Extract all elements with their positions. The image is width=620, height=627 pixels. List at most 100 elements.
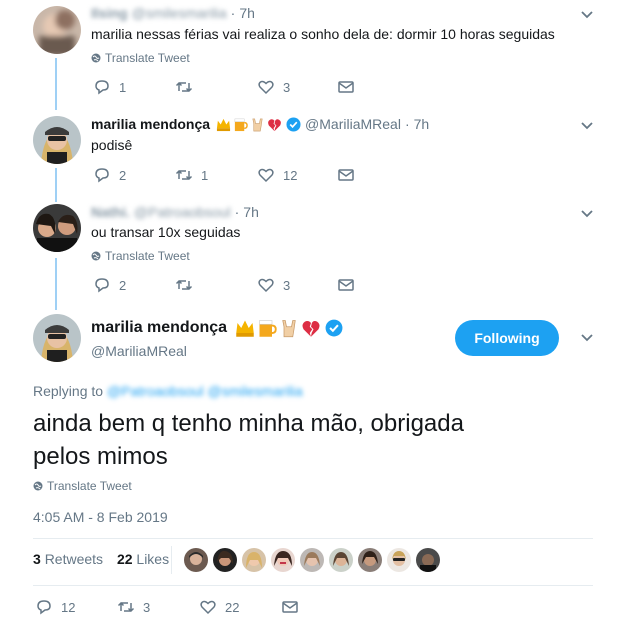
replying-to-handles[interactable]: @Patroaobsoul @smilesmarilia <box>107 383 303 399</box>
liker-avatar[interactable] <box>213 548 237 572</box>
avatar[interactable] <box>33 204 81 252</box>
liker-avatar[interactable] <box>387 548 411 572</box>
separator: · <box>234 204 240 220</box>
like-button[interactable]: 12 <box>257 166 337 184</box>
following-button[interactable]: Following <box>455 320 559 356</box>
thread-line <box>55 58 57 110</box>
translate-tweet-link[interactable]: Translate Tweet <box>91 51 190 65</box>
tweet-text: marilia nessas férias vai realiza o sonh… <box>91 26 555 42</box>
author-name[interactable]: marilia mendonça <box>91 319 227 337</box>
tweet-time[interactable]: 7h <box>243 204 259 220</box>
dm-icon <box>338 169 354 181</box>
reply-icon <box>37 600 51 615</box>
rock-hand-emoji-icon <box>252 118 263 131</box>
dm-button[interactable] <box>337 78 355 96</box>
liker-avatar[interactable] <box>416 548 440 572</box>
retweet-button[interactable] <box>175 78 257 96</box>
likes-count: 22 <box>116 551 133 567</box>
author-handle[interactable]: @Patroaobsoul <box>134 204 231 220</box>
likes-stat[interactable]: 22 Likes <box>117 551 169 567</box>
liker-avatar[interactable] <box>329 548 353 572</box>
tweet-author[interactable]: Ilsing @smilesmarilia · 7h <box>91 5 255 21</box>
liker-avatar[interactable] <box>358 548 382 572</box>
beer-emoji-icon <box>259 320 277 337</box>
verified-icon <box>325 319 343 337</box>
dm-icon <box>338 279 354 291</box>
rock-hand-emoji-icon <box>282 320 296 338</box>
globe-icon <box>33 481 43 491</box>
tweet-author[interactable]: Nathi. @Patroaobsoul · 7h <box>91 204 259 220</box>
translate-tweet-link[interactable]: Translate Tweet <box>91 249 190 263</box>
like-button[interactable]: 3 <box>257 276 337 294</box>
liker-avatar[interactable] <box>271 548 295 572</box>
dm-icon <box>282 601 298 613</box>
dm-icon <box>338 81 354 93</box>
tweet-time[interactable]: 7h <box>414 116 430 132</box>
crown-emoji-icon <box>236 320 254 337</box>
liker-avatar[interactable] <box>242 548 266 572</box>
translate-label: Translate Tweet <box>105 51 190 65</box>
like-icon <box>258 80 274 95</box>
tweet-stats: 3 Retweets 22 Likes <box>33 551 169 567</box>
crown-emoji-icon <box>216 118 231 131</box>
tweet-actions: 12 3 22 <box>35 598 299 616</box>
translate-label: Translate Tweet <box>105 249 190 263</box>
reply-button[interactable]: 12 <box>35 598 117 616</box>
beer-emoji-icon <box>234 118 248 131</box>
tweet-author[interactable]: marilia mendonça @MariliaMReal · 7h <box>91 116 429 132</box>
like-icon <box>200 600 216 615</box>
reply-button[interactable]: 1 <box>93 78 175 96</box>
tweet-time[interactable]: 7h <box>239 5 255 21</box>
retweets-stat[interactable]: 3 Retweets <box>33 551 107 567</box>
reply-count: 12 <box>61 599 76 615</box>
avatar[interactable] <box>33 116 81 164</box>
like-button[interactable]: 3 <box>257 78 337 96</box>
tweet-author[interactable]: marilia mendonça <box>91 318 343 338</box>
dm-button[interactable] <box>337 166 355 184</box>
chevron-down-icon[interactable] <box>580 121 594 131</box>
likes-label: Likes <box>136 551 170 567</box>
avatar[interactable] <box>33 314 81 362</box>
broken-heart-emoji-icon <box>302 321 320 337</box>
like-count: 3 <box>283 277 291 293</box>
author-name[interactable]: Nathi. <box>91 204 130 220</box>
chevron-down-icon[interactable] <box>580 10 594 20</box>
broken-heart-emoji-icon <box>268 118 281 131</box>
retweet-button[interactable]: 1 <box>175 166 257 184</box>
tweet-text: ou transar 10x seguidas <box>91 224 241 240</box>
reply-icon <box>95 80 109 95</box>
chevron-down-icon[interactable] <box>580 333 594 343</box>
replying-to: Replying to @Patroaobsoul @smilesmarilia <box>33 383 303 399</box>
dm-button[interactable] <box>281 598 299 616</box>
reply-icon <box>95 278 109 293</box>
author-handle[interactable]: @MariliaMReal <box>91 343 187 359</box>
liker-avatar[interactable] <box>300 548 324 572</box>
reply-count: 1 <box>119 79 127 95</box>
retweet-button[interactable]: 3 <box>117 598 199 616</box>
author-name[interactable]: Ilsing <box>91 5 128 21</box>
author-name[interactable]: marilia mendonça <box>91 116 210 132</box>
like-icon <box>258 278 274 293</box>
like-button[interactable]: 22 <box>199 598 281 616</box>
liker-avatar[interactable] <box>184 548 208 572</box>
retweet-count: 3 <box>143 599 151 615</box>
tweet-actions: 2 1 12 <box>93 166 355 184</box>
thread-line <box>55 168 57 202</box>
like-count: 22 <box>225 599 240 615</box>
author-handle[interactable]: @smilesmarilia <box>132 5 227 21</box>
tweet-text-line-2: pelos mimos <box>33 443 168 470</box>
author-handle[interactable]: @MariliaMReal <box>305 116 401 132</box>
dm-button[interactable] <box>337 276 355 294</box>
avatar[interactable] <box>33 6 81 54</box>
separator: · <box>404 116 410 132</box>
retweet-button[interactable] <box>175 276 257 294</box>
translate-tweet-link[interactable]: Translate Tweet <box>33 479 132 493</box>
tweet-actions: 2 3 <box>93 276 355 294</box>
tweet-text: podisê <box>91 137 133 153</box>
tweet-timestamp[interactable]: 4:05 AM - 8 Feb 2019 <box>33 509 168 525</box>
reply-button[interactable]: 2 <box>93 276 175 294</box>
translate-label: Translate Tweet <box>47 479 132 493</box>
reply-button[interactable]: 2 <box>93 166 175 184</box>
like-icon <box>258 168 274 183</box>
chevron-down-icon[interactable] <box>580 209 594 219</box>
